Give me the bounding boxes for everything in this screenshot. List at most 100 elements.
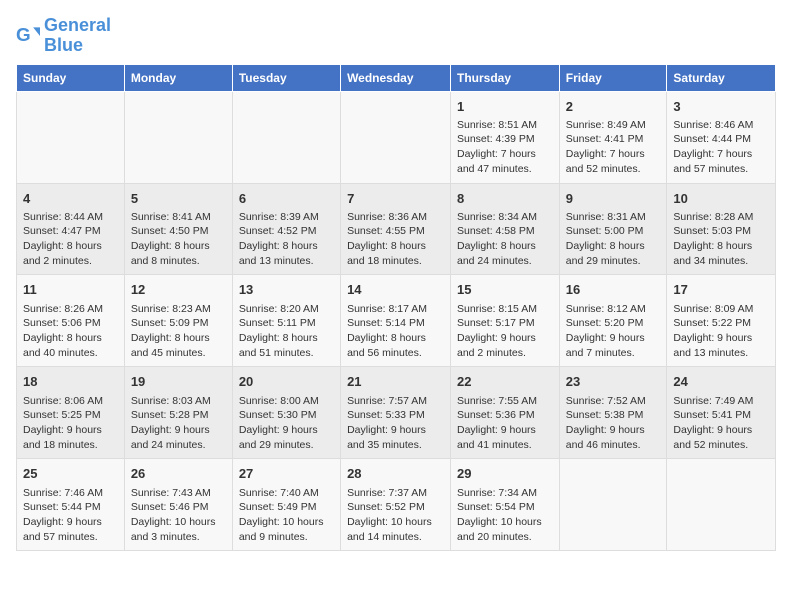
day-info: Sunrise: 8:44 AM Sunset: 4:47 PM Dayligh… xyxy=(23,210,118,269)
day-number: 5 xyxy=(131,190,226,208)
calendar-cell: 23 Sunrise: 7:52 AM Sunset: 5:38 PM Dayli… xyxy=(559,367,667,459)
calendar-cell: 24 Sunrise: 7:49 AM Sunset: 5:41 PM Dayli… xyxy=(667,367,776,459)
calendar-week-row: 11 Sunrise: 8:26 AM Sunset: 5:06 PM Dayli… xyxy=(17,275,776,367)
day-number: 22 xyxy=(457,373,553,391)
day-info: Sunrise: 8:31 AM Sunset: 5:00 PM Dayligh… xyxy=(566,210,661,269)
calendar-cell: 11 Sunrise: 8:26 AM Sunset: 5:06 PM Dayli… xyxy=(17,275,125,367)
day-info: Sunrise: 8:39 AM Sunset: 4:52 PM Dayligh… xyxy=(239,210,334,269)
day-number: 16 xyxy=(566,281,661,299)
day-number: 10 xyxy=(673,190,769,208)
day-info: Sunrise: 8:23 AM Sunset: 5:09 PM Dayligh… xyxy=(131,302,226,361)
day-number: 17 xyxy=(673,281,769,299)
calendar-cell xyxy=(341,91,451,183)
logo-icon: G xyxy=(16,24,40,48)
day-info: Sunrise: 7:37 AM Sunset: 5:52 PM Dayligh… xyxy=(347,486,444,545)
day-number: 13 xyxy=(239,281,334,299)
calendar-cell: 16 Sunrise: 8:12 AM Sunset: 5:20 PM Dayli… xyxy=(559,275,667,367)
day-number: 24 xyxy=(673,373,769,391)
calendar-week-row: 25 Sunrise: 7:46 AM Sunset: 5:44 PM Dayli… xyxy=(17,459,776,551)
calendar-cell: 3 Sunrise: 8:46 AM Sunset: 4:44 PM Daylig… xyxy=(667,91,776,183)
calendar-cell: 9 Sunrise: 8:31 AM Sunset: 5:00 PM Daylig… xyxy=(559,183,667,275)
day-number: 23 xyxy=(566,373,661,391)
day-info: Sunrise: 8:26 AM Sunset: 5:06 PM Dayligh… xyxy=(23,302,118,361)
day-info: Sunrise: 8:36 AM Sunset: 4:55 PM Dayligh… xyxy=(347,210,444,269)
calendar-cell: 1 Sunrise: 8:51 AM Sunset: 4:39 PM Daylig… xyxy=(451,91,560,183)
day-info: Sunrise: 7:57 AM Sunset: 5:33 PM Dayligh… xyxy=(347,394,444,453)
day-number: 7 xyxy=(347,190,444,208)
calendar-header: SundayMondayTuesdayWednesdayThursdayFrid… xyxy=(17,64,776,91)
calendar-cell: 7 Sunrise: 8:36 AM Sunset: 4:55 PM Daylig… xyxy=(341,183,451,275)
weekday-header: Sunday xyxy=(17,64,125,91)
calendar-cell: 4 Sunrise: 8:44 AM Sunset: 4:47 PM Daylig… xyxy=(17,183,125,275)
calendar-cell: 20 Sunrise: 8:00 AM Sunset: 5:30 PM Dayli… xyxy=(232,367,340,459)
day-info: Sunrise: 8:17 AM Sunset: 5:14 PM Dayligh… xyxy=(347,302,444,361)
day-info: Sunrise: 8:09 AM Sunset: 5:22 PM Dayligh… xyxy=(673,302,769,361)
calendar-cell: 22Sunrise: 7:55 AM Sunset: 5:36 PM Dayli… xyxy=(451,367,560,459)
calendar-cell: 2Sunrise: 8:49 AM Sunset: 4:41 PM Daylig… xyxy=(559,91,667,183)
day-number: 14 xyxy=(347,281,444,299)
weekday-header: Wednesday xyxy=(341,64,451,91)
day-number: 4 xyxy=(23,190,118,208)
day-info: Sunrise: 7:52 AM Sunset: 5:38 PM Dayligh… xyxy=(566,394,661,453)
day-number: 6 xyxy=(239,190,334,208)
day-info: Sunrise: 8:15 AM Sunset: 5:17 PM Dayligh… xyxy=(457,302,553,361)
calendar-week-row: 1 Sunrise: 8:51 AM Sunset: 4:39 PM Daylig… xyxy=(17,91,776,183)
day-info: Sunrise: 8:41 AM Sunset: 4:50 PM Dayligh… xyxy=(131,210,226,269)
day-info: Sunrise: 7:34 AM Sunset: 5:54 PM Dayligh… xyxy=(457,486,553,545)
calendar-cell: 25 Sunrise: 7:46 AM Sunset: 5:44 PM Dayli… xyxy=(17,459,125,551)
day-info: Sunrise: 8:03 AM Sunset: 5:28 PM Dayligh… xyxy=(131,394,226,453)
day-number: 18 xyxy=(23,373,118,391)
calendar-cell xyxy=(667,459,776,551)
weekday-header: Thursday xyxy=(451,64,560,91)
calendar-cell: 15Sunrise: 8:15 AM Sunset: 5:17 PM Dayli… xyxy=(451,275,560,367)
day-info: Sunrise: 8:34 AM Sunset: 4:58 PM Dayligh… xyxy=(457,210,553,269)
day-info: Sunrise: 8:51 AM Sunset: 4:39 PM Dayligh… xyxy=(457,118,553,177)
calendar-cell: 10 Sunrise: 8:28 AM Sunset: 5:03 PM Dayli… xyxy=(667,183,776,275)
page-header: G General Blue xyxy=(16,16,776,56)
day-number: 12 xyxy=(131,281,226,299)
day-number: 19 xyxy=(131,373,226,391)
day-number: 25 xyxy=(23,465,118,483)
calendar-cell xyxy=(559,459,667,551)
day-info: Sunrise: 8:00 AM Sunset: 5:30 PM Dayligh… xyxy=(239,394,334,453)
calendar-week-row: 18 Sunrise: 8:06 AM Sunset: 5:25 PM Dayli… xyxy=(17,367,776,459)
calendar-week-row: 4 Sunrise: 8:44 AM Sunset: 4:47 PM Daylig… xyxy=(17,183,776,275)
calendar-cell: 8Sunrise: 8:34 AM Sunset: 4:58 PM Daylig… xyxy=(451,183,560,275)
day-number: 11 xyxy=(23,281,118,299)
calendar-cell xyxy=(17,91,125,183)
weekday-header: Saturday xyxy=(667,64,776,91)
day-info: Sunrise: 8:20 AM Sunset: 5:11 PM Dayligh… xyxy=(239,302,334,361)
day-number: 26 xyxy=(131,465,226,483)
calendar-cell: 14 Sunrise: 8:17 AM Sunset: 5:14 PM Dayli… xyxy=(341,275,451,367)
svg-text:G: G xyxy=(16,24,31,45)
calendar-cell: 26Sunrise: 7:43 AM Sunset: 5:46 PM Dayli… xyxy=(124,459,232,551)
day-number: 9 xyxy=(566,190,661,208)
logo: G General Blue xyxy=(16,16,111,56)
day-info: Sunrise: 7:40 AM Sunset: 5:49 PM Dayligh… xyxy=(239,486,334,545)
weekday-header: Friday xyxy=(559,64,667,91)
calendar-body: 1 Sunrise: 8:51 AM Sunset: 4:39 PM Daylig… xyxy=(17,91,776,551)
day-number: 3 xyxy=(673,98,769,116)
calendar-cell: 12 Sunrise: 8:23 AM Sunset: 5:09 PM Dayli… xyxy=(124,275,232,367)
calendar-cell: 21Sunrise: 7:57 AM Sunset: 5:33 PM Dayli… xyxy=(341,367,451,459)
weekday-header: Tuesday xyxy=(232,64,340,91)
calendar-table: SundayMondayTuesdayWednesdayThursdayFrid… xyxy=(16,64,776,552)
calendar-cell: 18 Sunrise: 8:06 AM Sunset: 5:25 PM Dayli… xyxy=(17,367,125,459)
calendar-cell: 17 Sunrise: 8:09 AM Sunset: 5:22 PM Dayli… xyxy=(667,275,776,367)
day-info: Sunrise: 8:46 AM Sunset: 4:44 PM Dayligh… xyxy=(673,118,769,177)
day-info: Sunrise: 8:28 AM Sunset: 5:03 PM Dayligh… xyxy=(673,210,769,269)
calendar-cell: 28Sunrise: 7:37 AM Sunset: 5:52 PM Dayli… xyxy=(341,459,451,551)
day-info: Sunrise: 8:12 AM Sunset: 5:20 PM Dayligh… xyxy=(566,302,661,361)
day-number: 29 xyxy=(457,465,553,483)
day-number: 1 xyxy=(457,98,553,116)
logo-text: General Blue xyxy=(44,16,111,56)
calendar-cell: 5 Sunrise: 8:41 AM Sunset: 4:50 PM Daylig… xyxy=(124,183,232,275)
day-info: Sunrise: 7:49 AM Sunset: 5:41 PM Dayligh… xyxy=(673,394,769,453)
weekday-header: Monday xyxy=(124,64,232,91)
day-info: Sunrise: 8:06 AM Sunset: 5:25 PM Dayligh… xyxy=(23,394,118,453)
day-number: 20 xyxy=(239,373,334,391)
calendar-cell xyxy=(124,91,232,183)
day-info: Sunrise: 7:46 AM Sunset: 5:44 PM Dayligh… xyxy=(23,486,118,545)
calendar-cell: 27Sunrise: 7:40 AM Sunset: 5:49 PM Dayli… xyxy=(232,459,340,551)
day-info: Sunrise: 8:49 AM Sunset: 4:41 PM Dayligh… xyxy=(566,118,661,177)
